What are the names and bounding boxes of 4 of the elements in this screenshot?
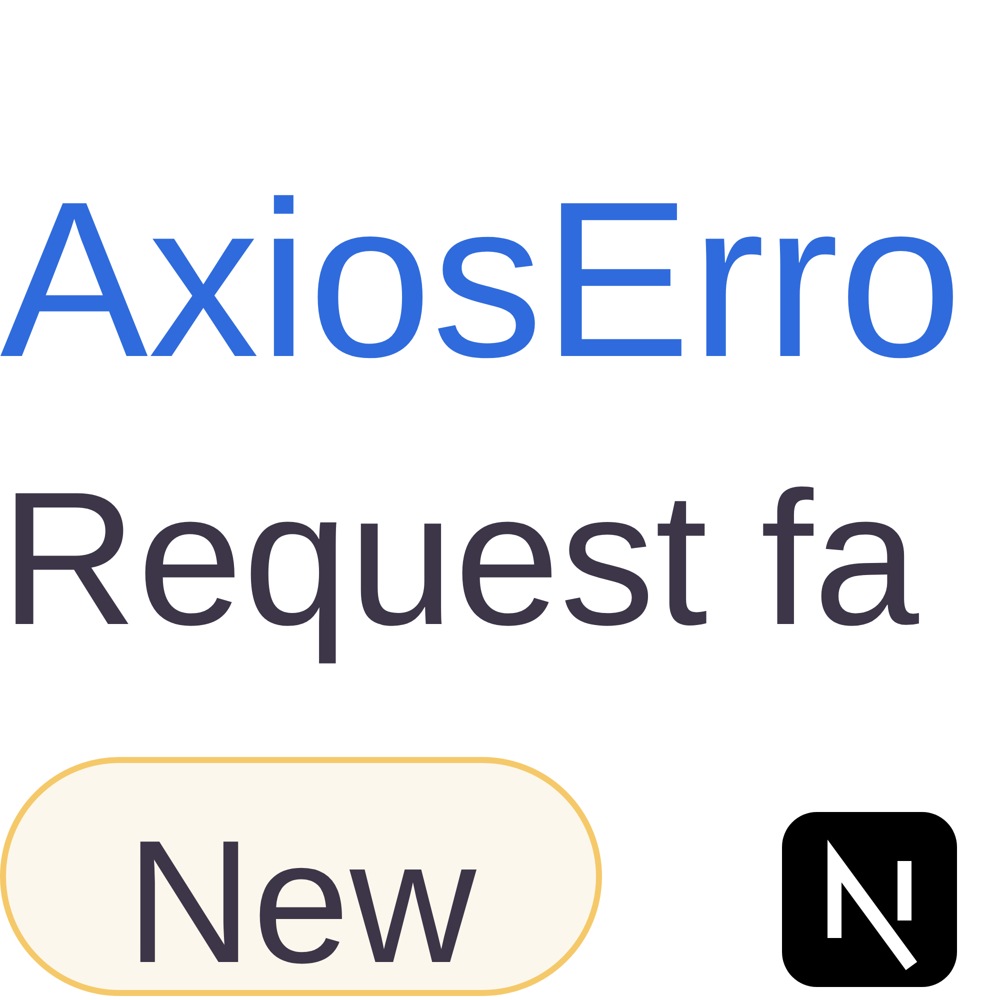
error-message: Request fa <box>0 452 919 668</box>
logo-icon <box>782 812 958 987</box>
error-title[interactable]: AxiosErro <box>0 153 962 408</box>
status-badge: New <box>0 756 602 996</box>
